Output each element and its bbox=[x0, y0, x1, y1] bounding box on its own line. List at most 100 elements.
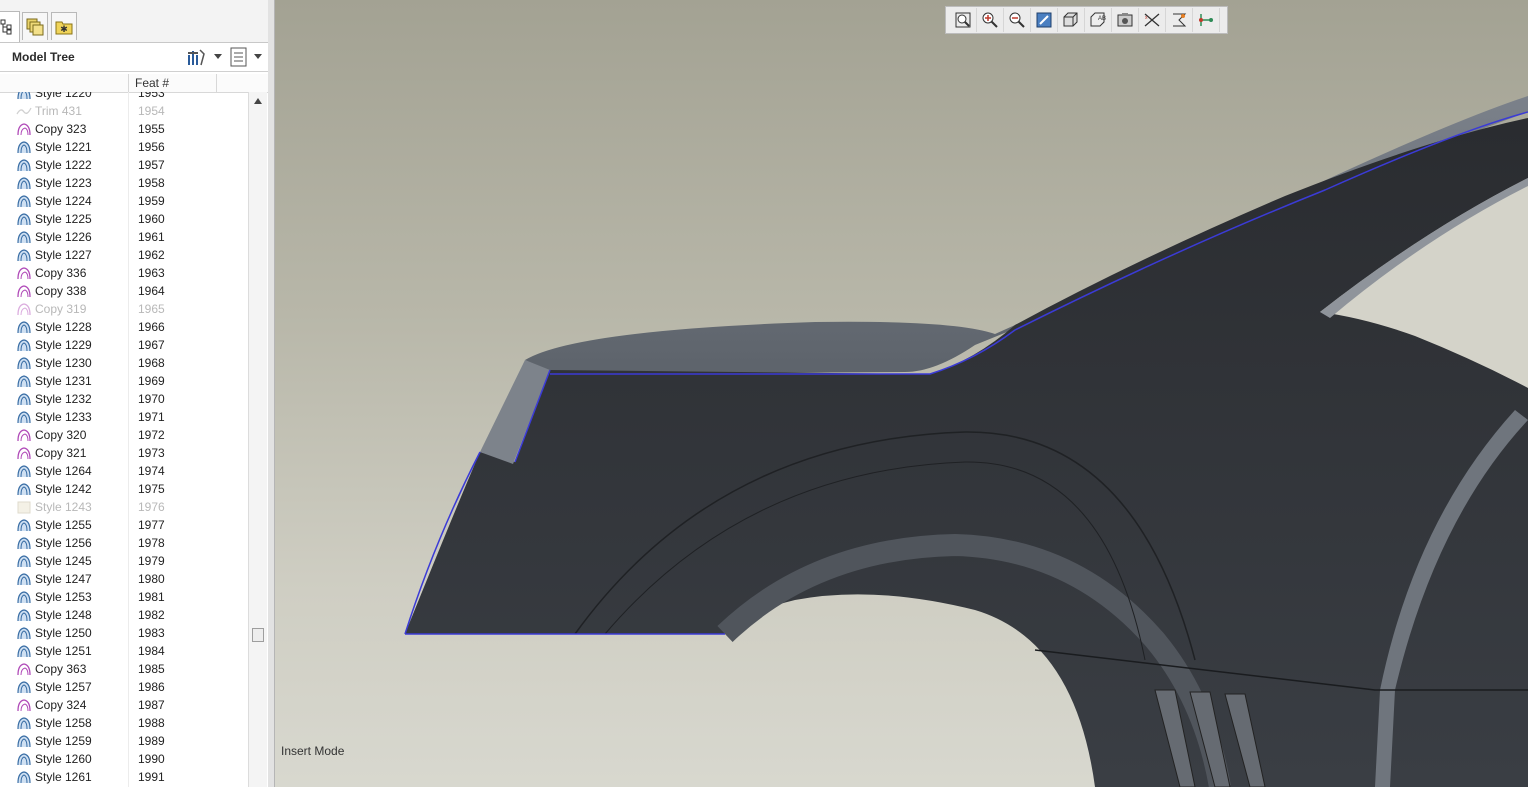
tree-settings-button[interactable] bbox=[186, 47, 222, 67]
style-feature-icon bbox=[16, 644, 32, 658]
display-style-button[interactable] bbox=[1058, 8, 1085, 32]
annotation-display-button[interactable] bbox=[1166, 8, 1193, 32]
tree-row[interactable]: Style 1257 1986 bbox=[0, 678, 248, 696]
zoom-in-button[interactable] bbox=[977, 8, 1004, 32]
tree-row[interactable]: Style 1220 1953 bbox=[0, 92, 248, 102]
tree-row[interactable]: Style 1250 1983 bbox=[0, 624, 248, 642]
scroll-up-button[interactable] bbox=[251, 94, 265, 108]
feature-name: Style 1247 bbox=[35, 572, 92, 586]
feature-name: Style 1227 bbox=[35, 248, 92, 262]
feature-number: 1965 bbox=[138, 302, 165, 316]
tree-row[interactable]: Style 1243 1976 bbox=[0, 498, 248, 516]
tree-row[interactable]: Style 1223 1958 bbox=[0, 174, 248, 192]
tree-scrollbar[interactable] bbox=[248, 92, 267, 787]
tree-row[interactable]: Style 1226 1961 bbox=[0, 228, 248, 246]
style-feature-icon bbox=[16, 464, 32, 478]
tree-row[interactable]: Copy 320 1972 bbox=[0, 426, 248, 444]
tree-row[interactable]: Style 1247 1980 bbox=[0, 570, 248, 588]
feature-number: 1979 bbox=[138, 554, 165, 568]
spin-center-button[interactable] bbox=[1193, 8, 1220, 32]
feature-number: 1953 bbox=[138, 92, 165, 100]
scroll-thumb[interactable] bbox=[252, 628, 264, 642]
column-separator[interactable] bbox=[128, 74, 129, 92]
feature-name: Style 1264 bbox=[35, 464, 92, 478]
tree-row[interactable]: Style 1248 1982 bbox=[0, 606, 248, 624]
column-separator[interactable] bbox=[216, 74, 217, 92]
tree-row[interactable]: Trim 431 1954 bbox=[0, 102, 248, 120]
model-tree-tab[interactable] bbox=[0, 11, 20, 42]
tree-row[interactable]: Copy 321 1973 bbox=[0, 444, 248, 462]
tree-row[interactable]: Style 1222 1957 bbox=[0, 156, 248, 174]
tree-row[interactable]: Style 1256 1978 bbox=[0, 534, 248, 552]
tree-row[interactable]: Style 1260 1990 bbox=[0, 750, 248, 768]
style-feature-icon bbox=[16, 320, 32, 334]
tree-row[interactable]: Style 1233 1971 bbox=[0, 408, 248, 426]
tree-row[interactable]: Style 1251 1984 bbox=[0, 642, 248, 660]
tree-row[interactable]: Copy 324 1987 bbox=[0, 696, 248, 714]
repaint-button[interactable] bbox=[1031, 8, 1058, 32]
feature-name: Style 1231 bbox=[35, 374, 92, 388]
view-manager-icon bbox=[1117, 12, 1133, 28]
panel-splitter[interactable] bbox=[268, 0, 275, 787]
model-tree-rows: Style 1220 1953 Trim 431 1954 Copy 323 1955 St… bbox=[0, 92, 248, 787]
tree-row[interactable]: Style 1264 1974 bbox=[0, 462, 248, 480]
tree-row[interactable]: Style 1253 1981 bbox=[0, 588, 248, 606]
feature-name: Style 1245 bbox=[35, 554, 92, 568]
feature-number: 1961 bbox=[138, 230, 165, 244]
feature-number: 1959 bbox=[138, 194, 165, 208]
view-manager-button[interactable] bbox=[1112, 8, 1139, 32]
feature-name: Style 1258 bbox=[35, 716, 92, 730]
tree-row[interactable]: Copy 323 1955 bbox=[0, 120, 248, 138]
zoom-out-button[interactable] bbox=[1004, 8, 1031, 32]
feature-name: Style 1229 bbox=[35, 338, 92, 352]
feature-number: 1967 bbox=[138, 338, 165, 352]
style-feature-icon bbox=[16, 518, 32, 532]
tree-row[interactable]: Style 1258 1988 bbox=[0, 714, 248, 732]
tree-row[interactable]: Style 1242 1975 bbox=[0, 480, 248, 498]
refit-button[interactable] bbox=[950, 8, 977, 32]
style-feature-icon bbox=[16, 770, 32, 784]
copy-feature-icon bbox=[16, 122, 32, 136]
tree-row[interactable]: Style 1245 1979 bbox=[0, 552, 248, 570]
tree-row[interactable]: Style 1230 1968 bbox=[0, 354, 248, 372]
graphics-viewport[interactable]: AB x Insert Mode bbox=[275, 0, 1528, 787]
feat-number-column-header[interactable]: Feat # bbox=[135, 76, 169, 90]
feature-number: 1982 bbox=[138, 608, 165, 622]
feature-name: Copy 319 bbox=[35, 302, 87, 316]
tree-row[interactable]: Style 1228 1966 bbox=[0, 318, 248, 336]
feature-name: Style 1248 bbox=[35, 608, 92, 622]
feature-name: Style 1233 bbox=[35, 410, 92, 424]
feature-number: 1971 bbox=[138, 410, 165, 424]
style-feature-icon bbox=[16, 410, 32, 424]
tree-row[interactable]: Copy 338 1964 bbox=[0, 282, 248, 300]
feature-number: 1955 bbox=[138, 122, 165, 136]
tree-row[interactable]: Copy 363 1985 bbox=[0, 660, 248, 678]
tree-columns-button[interactable] bbox=[230, 47, 262, 67]
tree-row[interactable]: Style 1255 1977 bbox=[0, 516, 248, 534]
style-feature-icon bbox=[16, 356, 32, 370]
style-feature-icon bbox=[16, 392, 32, 406]
tree-row[interactable]: Style 1229 1967 bbox=[0, 336, 248, 354]
tree-row[interactable]: Style 1225 1960 bbox=[0, 210, 248, 228]
tree-row[interactable]: Style 1231 1969 bbox=[0, 372, 248, 390]
style-feature-icon bbox=[16, 680, 32, 694]
favorites-tab[interactable]: ✱ bbox=[51, 12, 77, 40]
tree-row[interactable]: Style 1261 1991 bbox=[0, 768, 248, 786]
saved-views-button[interactable]: AB bbox=[1085, 8, 1112, 32]
tree-row[interactable]: Style 1232 1970 bbox=[0, 390, 248, 408]
tree-row[interactable]: Copy 319 1965 bbox=[0, 300, 248, 318]
layers-tab[interactable] bbox=[22, 12, 48, 40]
copy-feature-icon bbox=[16, 266, 32, 280]
feature-number: 1956 bbox=[138, 140, 165, 154]
column-header-row: Feat # bbox=[0, 74, 268, 93]
tree-row[interactable]: Style 1224 1959 bbox=[0, 192, 248, 210]
tree-row[interactable]: Copy 336 1963 bbox=[0, 264, 248, 282]
tree-row[interactable]: Style 1259 1989 bbox=[0, 732, 248, 750]
tree-row[interactable]: Style 1221 1956 bbox=[0, 138, 248, 156]
datum-display-button[interactable]: x bbox=[1139, 8, 1166, 32]
feature-name: Copy 321 bbox=[35, 446, 87, 460]
tree-row[interactable]: Style 1227 1962 bbox=[0, 246, 248, 264]
car-body-model[interactable] bbox=[275, 0, 1528, 787]
copy-feature-icon bbox=[16, 284, 32, 298]
datum-display-icon: x bbox=[1143, 12, 1161, 28]
